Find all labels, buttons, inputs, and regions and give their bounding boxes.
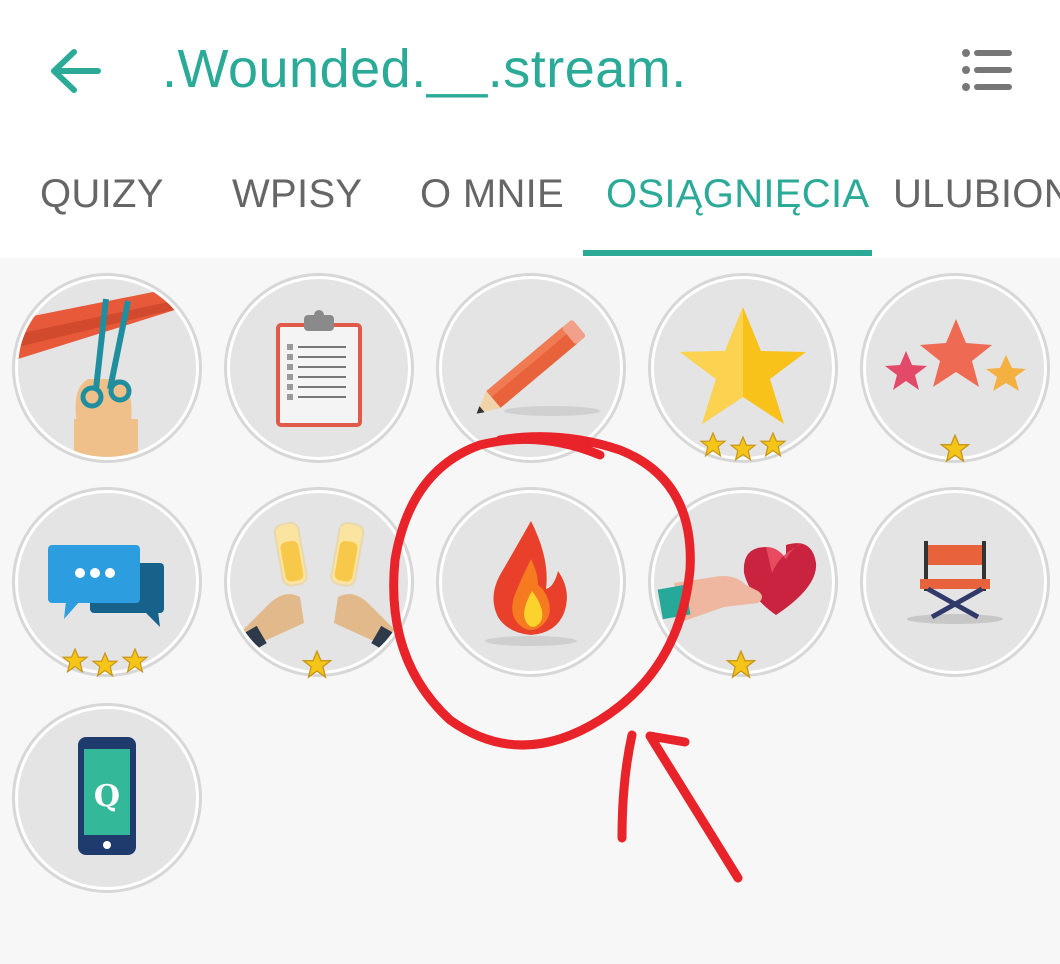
tab-ulubione[interactable]: ULUBIONE: [893, 138, 1060, 254]
champagne-toast-icon: [230, 521, 408, 661]
rating-star-icon: [301, 649, 333, 679]
star-rating: [300, 646, 334, 686]
app-bar: .Wounded.__.stream.: [0, 0, 1060, 138]
heart-gift-icon: [657, 543, 817, 621]
rating-star-icon: [729, 435, 757, 462]
tab-wpisy[interactable]: WPISY: [232, 138, 362, 254]
ribbon-scissors-icon: [18, 289, 178, 457]
rating-star-icon: [91, 651, 119, 678]
tab-o-mnie[interactable]: O MNIE: [420, 138, 564, 254]
back-button[interactable]: [40, 40, 110, 102]
active-tab-indicator: [583, 250, 872, 256]
rating-star-icon: [121, 647, 149, 674]
director-chair-icon: [907, 541, 1003, 624]
list-menu-icon: [962, 49, 1012, 91]
rating-star-icon: [61, 647, 89, 674]
achievements-grid: Q: [0, 258, 1060, 964]
tab-quizy[interactable]: QUIZY: [40, 138, 164, 254]
achievement-badge[interactable]: [227, 276, 411, 460]
arrow-left-icon: [51, 49, 101, 93]
rating-star-icon: [699, 431, 727, 458]
achievement-badge[interactable]: [439, 276, 623, 460]
achievement-badge[interactable]: [863, 490, 1047, 674]
menu-button[interactable]: [948, 38, 1026, 102]
smartphone-q-icon: Q: [78, 737, 136, 855]
achievement-badge[interactable]: [439, 490, 623, 674]
achievement-badge[interactable]: [15, 276, 199, 460]
clipboard-checklist-icon: [276, 310, 362, 427]
achievement-badge[interactable]: Q: [15, 706, 199, 890]
star-rating: [938, 430, 972, 470]
page-title: .Wounded.__.stream.: [162, 39, 687, 99]
rating-star-icon: [725, 649, 757, 679]
star-rating: [60, 642, 150, 682]
svg-text:Q: Q: [94, 779, 120, 814]
star-rating: [724, 646, 758, 686]
star-rating: [698, 426, 788, 466]
pencil-icon: [476, 320, 600, 416]
tab-bar: QUIZY WPISY O MNIE OSIĄGNIĘCIA ULUBIONE: [0, 138, 1060, 258]
fire-icon: [485, 521, 577, 646]
tab-osiagniecia[interactable]: OSIĄGNIĘCIA: [606, 138, 869, 254]
rating-star-icon: [939, 433, 971, 463]
rating-star-icon: [759, 431, 787, 458]
